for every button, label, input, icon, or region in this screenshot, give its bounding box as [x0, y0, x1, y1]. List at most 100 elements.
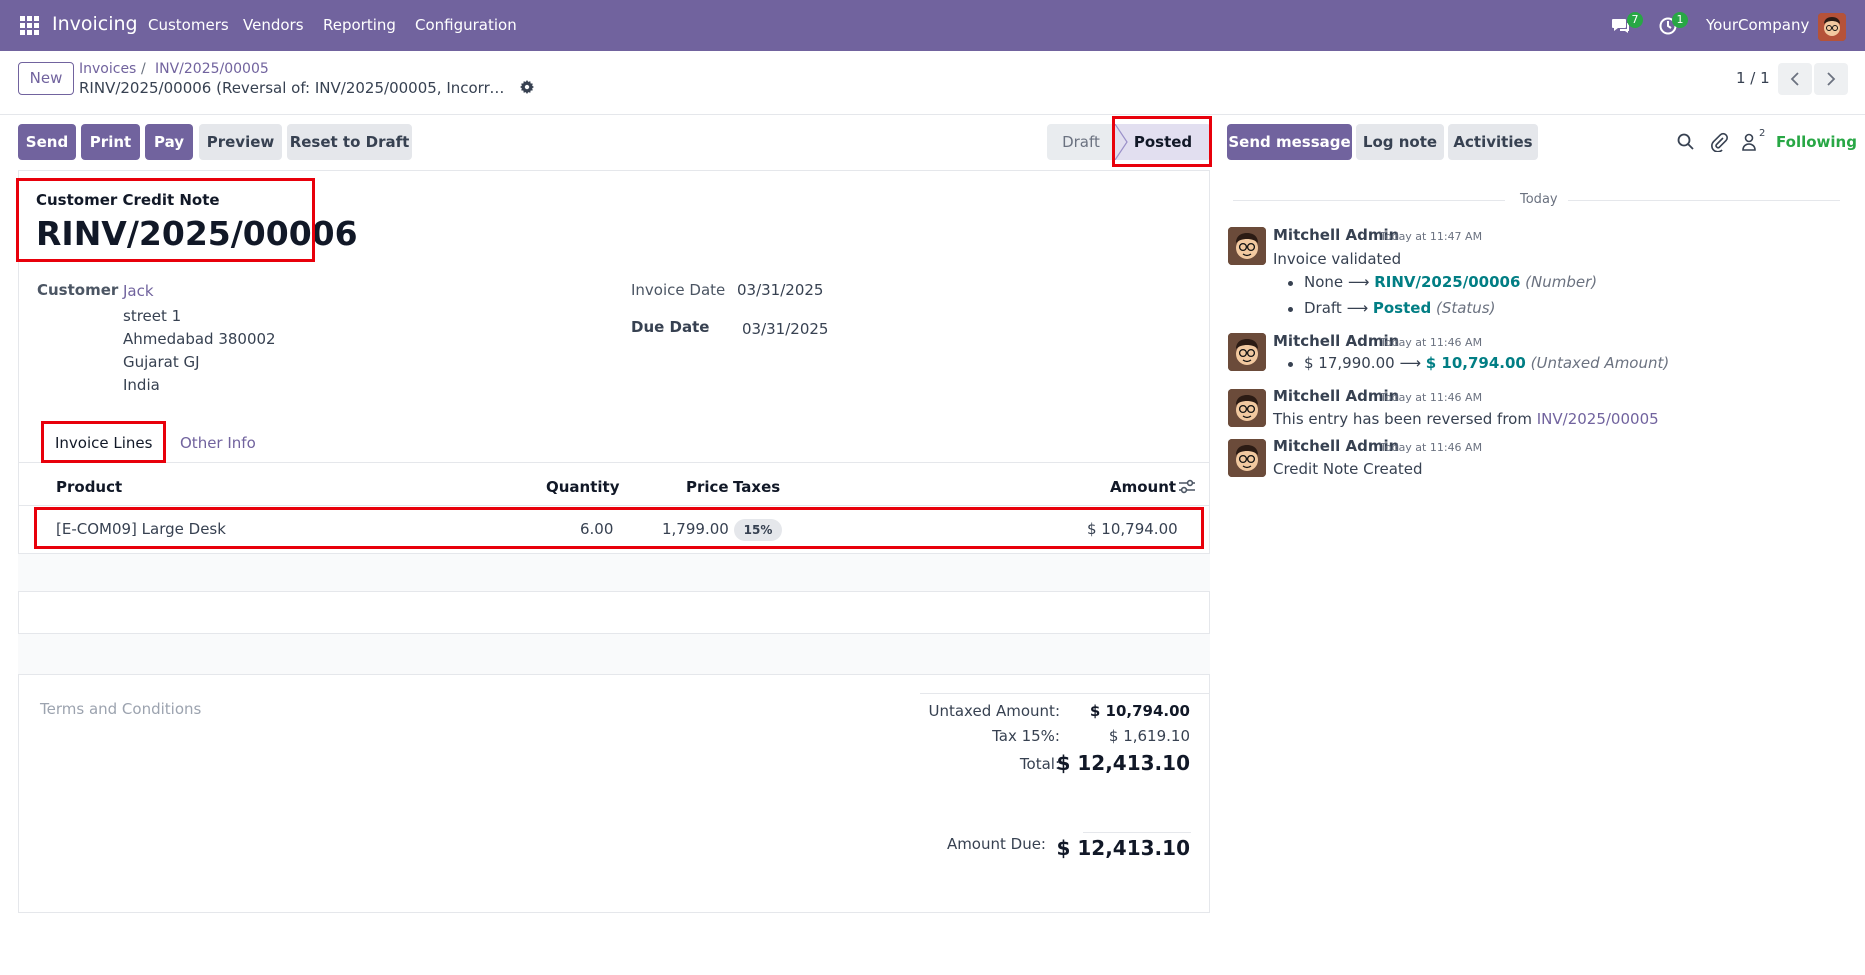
message-time: Today at 11:46 AM: [1380, 441, 1483, 454]
tracking-bullet: [1288, 307, 1293, 312]
invoice-date-field[interactable]: 03/31/2025: [737, 281, 823, 299]
date-separator-rule: [1233, 200, 1505, 201]
amount-due-label: Amount Due:: [946, 835, 1046, 853]
attachment-paperclip-icon[interactable]: [1709, 132, 1729, 152]
followers-icon[interactable]: [1741, 132, 1761, 152]
new-button[interactable]: New: [18, 62, 74, 95]
send-button[interactable]: Send: [18, 124, 76, 160]
pager-value[interactable]: 1 / 1: [1736, 69, 1770, 87]
status-draft[interactable]: Draft: [1047, 124, 1115, 160]
gear-icon[interactable]: [520, 80, 534, 94]
tracking-bullet: [1288, 362, 1293, 367]
tracking-field-name: (Number): [1525, 273, 1598, 291]
highlight-invoice-line: [34, 507, 1204, 549]
total-value: $ 12,413.10: [1056, 751, 1191, 775]
table-header-divider: [18, 505, 1210, 506]
print-button[interactable]: Print: [81, 124, 140, 160]
author-avatar[interactable]: [1228, 227, 1266, 265]
column-amount[interactable]: Amount: [1110, 478, 1176, 496]
date-separator: Today: [1520, 192, 1558, 207]
table-empty-row: [18, 554, 1210, 591]
log-note-button[interactable]: Log note: [1356, 124, 1444, 160]
tracking-line-status: Draft ⟶ Posted (Status): [1304, 299, 1495, 317]
address-country: India: [123, 376, 160, 394]
column-taxes[interactable]: Taxes: [733, 478, 780, 496]
tracking-new-value: Posted: [1372, 299, 1432, 317]
author-avatar[interactable]: [1228, 389, 1266, 427]
search-icon[interactable]: [1676, 132, 1696, 152]
date-separator-rule: [1568, 200, 1840, 201]
arrow-right-icon: ⟶: [1399, 354, 1426, 372]
tracking-field-name: (Status): [1435, 299, 1496, 317]
apps-menu-icon[interactable]: [20, 16, 39, 35]
tracking-old-value: None: [1304, 273, 1344, 291]
table-row-divider: [18, 674, 1210, 675]
customer-label: Customer: [37, 281, 119, 299]
tax-value: $ 1,619.10: [1108, 727, 1190, 745]
preview-button[interactable]: Preview: [199, 124, 282, 160]
message-time: Today at 11:46 AM: [1380, 336, 1483, 349]
current-record-title: RINV/2025/00006 (Reversal of: INV/2025/0…: [79, 79, 509, 97]
highlight-status-posted: [1112, 116, 1212, 167]
activities-button[interactable]: Activities: [1448, 124, 1538, 160]
menu-customers[interactable]: Customers: [148, 16, 229, 34]
message-body: Credit Note Created: [1273, 460, 1423, 478]
breadcrumb-invoices[interactable]: Invoices: [79, 61, 136, 77]
top-navbar: Invoicing Customers Vendors Reporting Co…: [0, 0, 1865, 51]
author-avatar[interactable]: [1228, 439, 1266, 477]
breadcrumb-parent-invoice[interactable]: INV/2025/00005: [155, 61, 269, 77]
highlight-document-header: [16, 178, 315, 262]
pay-button[interactable]: Pay: [145, 124, 193, 160]
terms-and-conditions-field[interactable]: Terms and Conditions: [40, 700, 201, 718]
tracking-old-value: Draft: [1304, 299, 1342, 317]
followers-count: 2: [1759, 128, 1766, 139]
menu-reporting[interactable]: Reporting: [323, 16, 396, 34]
total-label: Total:: [1019, 755, 1060, 773]
tracking-new-value: RINV/2025/00006: [1374, 273, 1521, 291]
tab-divider: [18, 462, 1210, 463]
message-body: Invoice validated: [1273, 250, 1402, 268]
message-time: Today at 11:46 AM: [1380, 391, 1483, 404]
messages-count-badge: 7: [1627, 12, 1643, 28]
reset-to-draft-button[interactable]: Reset to Draft: [287, 124, 412, 160]
tab-other-info[interactable]: Other Info: [180, 434, 256, 452]
column-quantity[interactable]: Quantity: [546, 478, 620, 496]
tracking-old-value: $ 17,990.00: [1304, 354, 1395, 372]
address-city: Ahmedabad 380002: [123, 330, 276, 348]
arrow-right-icon: ⟶: [1347, 273, 1375, 291]
tracking-line-number: None ⟶ RINV/2025/00006 (Number): [1304, 273, 1597, 291]
pager-next-button[interactable]: [1814, 63, 1848, 95]
due-date-label: Due Date: [631, 318, 710, 336]
author-avatar[interactable]: [1228, 333, 1266, 371]
customer-name-link[interactable]: Jack: [123, 282, 154, 300]
pager-previous-button[interactable]: [1778, 63, 1812, 95]
control-panel: New Invoices / INV/2025/00005 RINV/2025/…: [0, 51, 1865, 115]
tracking-new-value: $ 10,794.00: [1425, 354, 1526, 372]
menu-vendors[interactable]: Vendors: [243, 16, 304, 34]
untaxed-amount-value: $ 10,794.00: [1089, 702, 1190, 720]
message-body-text: This entry has been reversed from: [1273, 410, 1532, 428]
table-row-divider: [18, 591, 1210, 592]
table-empty-row: [18, 634, 1210, 674]
optional-columns-icon[interactable]: [1178, 479, 1196, 495]
menu-configuration[interactable]: Configuration: [415, 16, 517, 34]
totals-top-rule: [920, 693, 1210, 694]
reversed-invoice-link[interactable]: INV/2025/00005: [1537, 410, 1659, 428]
address-street: street 1: [123, 307, 182, 325]
app-name[interactable]: Invoicing: [52, 13, 138, 35]
untaxed-amount-label: Untaxed Amount:: [928, 702, 1061, 720]
user-avatar[interactable]: [1818, 13, 1846, 41]
send-message-button[interactable]: Send message: [1227, 124, 1352, 160]
due-date-field[interactable]: 03/31/2025: [742, 320, 828, 338]
message-body: This entry has been reversed from INV/20…: [1273, 410, 1659, 428]
breadcrumb-separator: /: [141, 61, 146, 77]
column-product[interactable]: Product: [56, 478, 122, 496]
amount-due-rule: [1083, 832, 1191, 833]
chevron-right-icon: [1827, 72, 1836, 86]
tracking-line-untaxed: $ 17,990.00 ⟶ $ 10,794.00 (Untaxed Amoun…: [1304, 354, 1669, 372]
following-toggle[interactable]: Following: [1776, 133, 1857, 151]
column-price[interactable]: Price: [686, 478, 729, 496]
chevron-left-icon: [1790, 72, 1799, 86]
company-switcher[interactable]: YourCompany: [1706, 16, 1809, 34]
address-state: Gujarat GJ: [123, 353, 200, 371]
